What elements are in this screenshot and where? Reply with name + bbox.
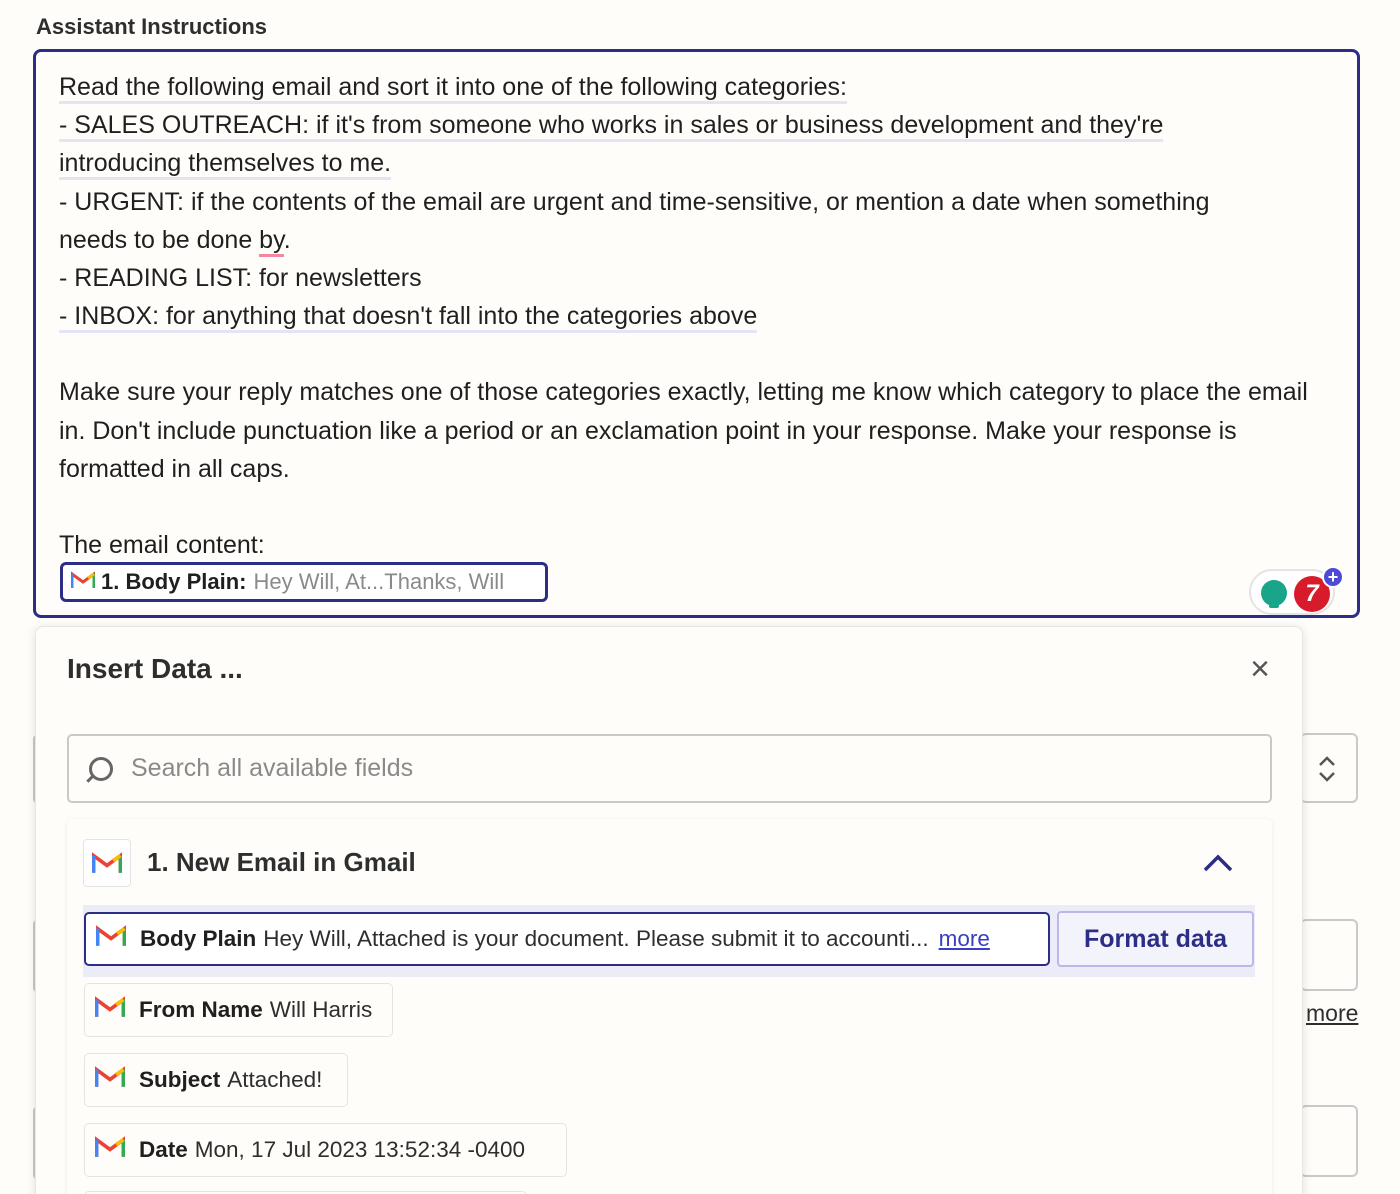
group-header[interactable]: 1. New Email in Gmail: [83, 839, 1257, 889]
background-select[interactable]: [1300, 733, 1358, 803]
editor-paragraph: Make sure your reply matches one of thos…: [59, 378, 1308, 483]
field-key: Date: [139, 1137, 188, 1162]
gmail-icon: [94, 1136, 126, 1164]
field-key: From Name: [139, 997, 263, 1022]
field-key: Body Plain: [140, 926, 257, 951]
background-field: [1300, 1105, 1358, 1177]
assistant-widget[interactable]: 7 +: [1249, 566, 1344, 615]
editor-text[interactable]: Read the following email and sort it int…: [59, 68, 1339, 564]
gmail-icon: [70, 569, 96, 595]
editor-line: - URGENT: if the contents of the email a…: [59, 187, 1210, 216]
pill-title: 1. Body Plain:: [101, 569, 247, 594]
instructions-editor[interactable]: Read the following email and sort it int…: [33, 49, 1360, 618]
field-value: Will Harris: [269, 997, 373, 1022]
gmail-icon: [83, 839, 131, 887]
close-icon[interactable]: ×: [1242, 650, 1278, 688]
field-item-date[interactable]: Date Mon, 17 Jul 2023 13:52:34 -0400: [84, 1123, 567, 1177]
lightbulb-icon[interactable]: [1261, 580, 1287, 608]
field-value: Hey Will, Attached is your document. Ple…: [263, 926, 929, 951]
group-title: 1. New Email in Gmail: [147, 847, 416, 877]
editor-line: - INBOX: for anything that doesn't fall …: [59, 302, 758, 334]
section-label: Assistant Instructions: [36, 14, 268, 39]
search-icon: [89, 757, 113, 781]
gmail-icon: [95, 925, 127, 953]
step-group: 1. New Email in Gmail Body Plain Hey Wil…: [67, 819, 1272, 1194]
field-key: Subject: [139, 1067, 221, 1092]
editor-line: - READING LIST: for newsletters: [59, 264, 422, 293]
background-field: [1300, 919, 1358, 991]
field-value: Attached!: [227, 1067, 323, 1092]
panel-title: Insert Data ...: [67, 653, 243, 684]
editor-line: The email content:: [59, 531, 265, 560]
pill-value: Hey Will, At...Thanks, Will: [253, 569, 505, 594]
search-field[interactable]: [67, 734, 1272, 803]
field-item-subject[interactable]: Subject Attached!: [84, 1053, 348, 1107]
format-data-button[interactable]: Format data: [1057, 911, 1254, 967]
insert-data-panel: Insert Data ... × 1. New Email in Gmail …: [35, 626, 1303, 1194]
chevron-up-icon[interactable]: [1203, 849, 1233, 879]
editor-line: Read the following email and sort it int…: [59, 73, 847, 104]
more-link[interactable]: more: [939, 926, 990, 952]
field-item-body-plain[interactable]: Body Plain Hey Will, Attached is your do…: [84, 912, 1050, 966]
data-pill-body-plain[interactable]: 1. Body Plain: Hey Will, At...Thanks, Wi…: [60, 562, 548, 602]
search-input[interactable]: [131, 736, 1251, 801]
editor-line: needs to be done: [59, 225, 260, 254]
background-more-link[interactable]: more: [1306, 1000, 1358, 1027]
field-value: Mon, 17 Jul 2023 13:52:34 -0400: [194, 1137, 526, 1162]
plus-icon[interactable]: +: [1322, 566, 1344, 588]
gmail-icon: [94, 996, 126, 1024]
updown-chevron-icon: [1319, 756, 1335, 782]
field-item-from-name[interactable]: From Name Will Harris: [84, 983, 393, 1037]
editor-line: - SALES OUTREACH: if it's from someone w…: [59, 111, 1164, 143]
editor-line: .: [283, 225, 291, 254]
editor-line: introducing themselves to me.: [59, 149, 392, 181]
misspelled-word[interactable]: by: [259, 225, 284, 257]
gmail-icon: [94, 1066, 126, 1094]
